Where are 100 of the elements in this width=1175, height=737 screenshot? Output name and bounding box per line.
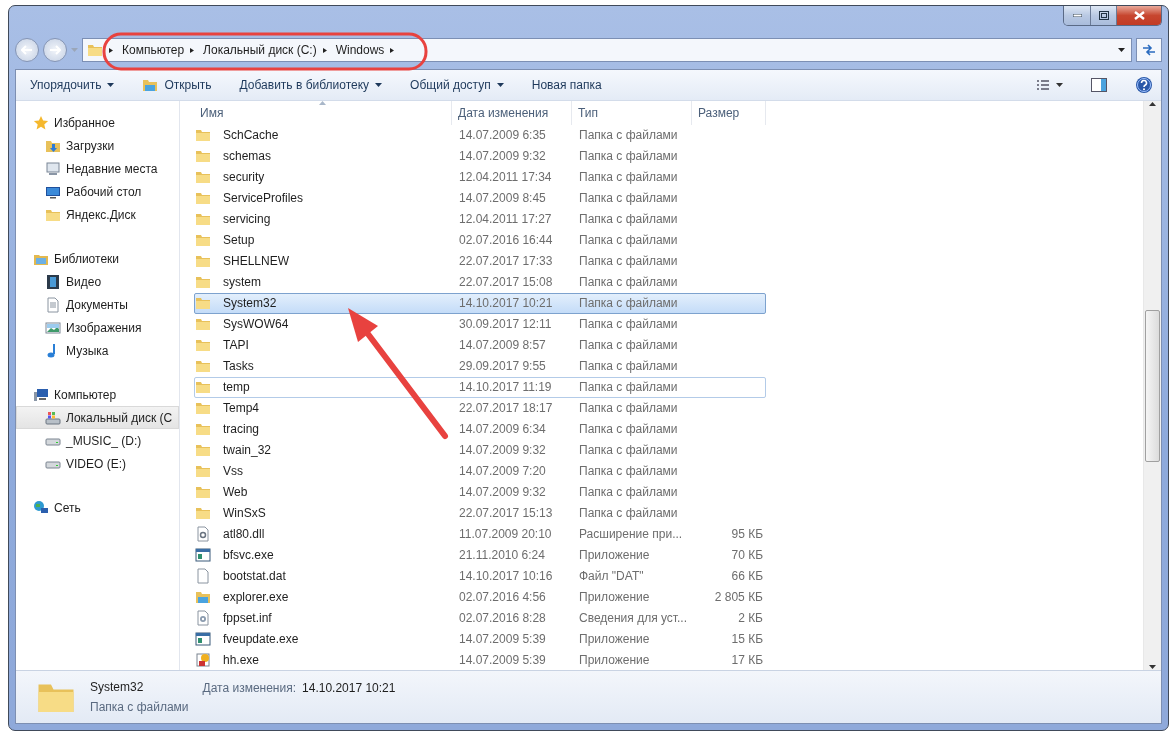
caret-icon bbox=[1118, 47, 1125, 53]
sidebar-item[interactable]: Документы bbox=[16, 293, 179, 316]
system-drive-icon bbox=[45, 409, 61, 426]
close-button[interactable] bbox=[1116, 6, 1161, 25]
file-row[interactable]: system 22.07.2017 15:08 Папка с файлами bbox=[194, 271, 766, 293]
maximize-button[interactable] bbox=[1090, 6, 1116, 25]
folder-icon bbox=[195, 421, 211, 437]
file-row[interactable]: servicing 12.04.2011 17:27 Папка с файлами bbox=[194, 208, 766, 230]
file-row[interactable]: atl80.dll 11.07.2009 20:10 Расширение при... 95 КБ bbox=[194, 523, 766, 545]
forward-arrow-icon bbox=[49, 45, 61, 55]
folder-icon bbox=[195, 358, 211, 375]
sidebar-group-header[interactable]: Библиотеки bbox=[16, 247, 179, 270]
folder-icon bbox=[195, 253, 211, 270]
file-row[interactable]: Setup 02.07.2016 16:44 Папка с файлами bbox=[194, 229, 766, 251]
scrollbar-thumb[interactable] bbox=[1145, 309, 1160, 462]
sidebar-item[interactable]: Рабочий стол bbox=[16, 180, 179, 203]
address-bar[interactable]: Компьютер Локальный диск (C:) Windows bbox=[82, 38, 1132, 62]
scrollbar[interactable] bbox=[1143, 101, 1161, 670]
caret-icon bbox=[1056, 82, 1063, 88]
breadcrumb-item[interactable]: Windows bbox=[335, 43, 385, 57]
breadcrumb-item[interactable]: Локальный диск (C:) bbox=[203, 43, 317, 57]
column-header[interactable]: Дата изменения bbox=[452, 101, 572, 125]
forward-button[interactable] bbox=[43, 38, 67, 62]
refresh-arrows-icon bbox=[1142, 44, 1156, 56]
file-row[interactable]: ServiceProfiles 14.07.2009 8:45 Папка с файлами bbox=[194, 187, 766, 209]
folder-icon bbox=[195, 127, 211, 144]
open-folder-icon bbox=[142, 77, 159, 93]
sidebar-item[interactable]: VIDEO (E:) bbox=[16, 452, 179, 475]
folder-icon bbox=[195, 379, 211, 396]
application-icon bbox=[195, 630, 211, 647]
preview-pane-button[interactable] bbox=[1091, 78, 1107, 92]
preview-pane-icon bbox=[1091, 78, 1107, 92]
maximize-icon bbox=[1098, 11, 1109, 20]
film-icon bbox=[45, 273, 61, 290]
image-icon bbox=[45, 319, 61, 336]
sidebar-item[interactable]: Локальный диск (C bbox=[16, 406, 179, 429]
file-row[interactable]: explorer.exe 02.07.2016 4:56 Приложение 2 805 КБ bbox=[194, 586, 766, 608]
folder-icon bbox=[195, 148, 211, 165]
toolbar-button[interactable]: Упорядочить bbox=[30, 78, 115, 92]
file-row[interactable]: security 12.04.2011 17:34 Папка с файлами bbox=[194, 166, 766, 188]
file-row[interactable]: SysWOW64 30.09.2017 12:11 Папка с файлами bbox=[194, 313, 766, 335]
file-icon bbox=[195, 567, 211, 584]
file-row[interactable]: bfsvc.exe 21.11.2010 6:24 Приложение 70 КБ bbox=[194, 544, 766, 566]
file-row[interactable]: Tasks 29.09.2017 9:55 Папка с файлами bbox=[194, 355, 766, 377]
file-row[interactable]: temp 14.10.2017 11:19 Папка с файлами bbox=[194, 376, 766, 398]
folder-icon bbox=[195, 274, 211, 291]
breadcrumb-item[interactable]: Компьютер bbox=[122, 43, 185, 57]
toolbar-button[interactable]: Добавить в библиотеку bbox=[239, 78, 383, 92]
settings-file-icon bbox=[195, 525, 211, 542]
toolbar-button[interactable]: Новая папка bbox=[531, 78, 602, 92]
caret-icon bbox=[107, 82, 115, 88]
folder-icon bbox=[195, 337, 211, 354]
file-row[interactable]: Temp4 22.07.2017 18:17 Папка с файлами bbox=[194, 397, 766, 419]
file-row[interactable]: Web 14.07.2009 9:32 Папка с файлами bbox=[194, 481, 766, 503]
file-row[interactable]: TAPI 14.07.2009 8:57 Папка с файлами bbox=[194, 334, 766, 356]
file-row[interactable]: tracing 14.07.2009 6:34 Папка с файлами bbox=[194, 418, 766, 440]
toolbar-button[interactable]: Открыть bbox=[142, 77, 212, 93]
sidebar-item[interactable]: Недавние места bbox=[16, 157, 179, 180]
caret-icon bbox=[109, 47, 116, 53]
folder-icon bbox=[87, 42, 103, 58]
toolbar-button[interactable]: Общий доступ bbox=[410, 78, 504, 92]
back-button[interactable] bbox=[15, 38, 39, 62]
view-options-button[interactable] bbox=[1036, 79, 1063, 91]
selected-item-name: System32 bbox=[90, 680, 145, 694]
sidebar-group-header[interactable]: Избранное bbox=[16, 111, 179, 134]
folder-icon bbox=[195, 400, 211, 417]
file-row[interactable]: twain_32 14.07.2009 9:32 Папка с файлами bbox=[194, 439, 766, 461]
sidebar-item[interactable]: Яндекс.Диск bbox=[16, 203, 179, 226]
caret-icon bbox=[496, 82, 504, 88]
gear-file-icon bbox=[195, 609, 211, 626]
star-icon bbox=[33, 114, 49, 131]
back-arrow-icon bbox=[21, 45, 33, 55]
file-row[interactable]: hh.exe 14.07.2009 5:39 Приложение 17 КБ bbox=[194, 649, 766, 671]
file-row[interactable]: WinSxS 22.07.2017 15:13 Папка с файлами bbox=[194, 502, 766, 524]
file-row[interactable]: fppset.inf 02.07.2016 8:28 Сведения для уст... 2 КБ bbox=[194, 607, 766, 629]
help-button[interactable] bbox=[1135, 76, 1153, 94]
file-row[interactable]: System32 14.10.2017 10:21 Папка с файлами bbox=[194, 292, 766, 314]
sidebar-item[interactable]: Видео bbox=[16, 270, 179, 293]
file-row[interactable]: bootstat.dat 14.10.2017 10:16 Файл "DAT" 66 КБ bbox=[194, 565, 766, 587]
file-row[interactable]: SchCache 14.07.2009 6:35 Папка с файлами bbox=[194, 124, 766, 146]
column-header[interactable]: Размер bbox=[692, 101, 766, 125]
date-label: Дата изменения: bbox=[202, 681, 297, 695]
document-icon bbox=[45, 296, 61, 313]
sidebar-group-header[interactable]: Компьютер bbox=[16, 383, 179, 406]
help-icon bbox=[1135, 76, 1153, 94]
column-header[interactable]: Тип bbox=[572, 101, 692, 125]
file-row[interactable]: fveupdate.exe 14.07.2009 5:39 Приложение 15 КБ bbox=[194, 628, 766, 650]
refresh-button[interactable] bbox=[1136, 38, 1162, 62]
minimize-icon bbox=[1072, 14, 1082, 17]
application-icon bbox=[195, 546, 211, 563]
sidebar-item[interactable]: Загрузки bbox=[16, 134, 179, 157]
sidebar-item[interactable]: Изображения bbox=[16, 316, 179, 339]
folder-icon bbox=[195, 190, 211, 207]
sidebar-group-header[interactable]: Сеть bbox=[16, 496, 179, 519]
sidebar-item[interactable]: _MUSIC_ (D:) bbox=[16, 429, 179, 452]
sidebar-item[interactable]: Музыка bbox=[16, 339, 179, 362]
file-row[interactable]: Vss 14.07.2009 7:20 Папка с файлами bbox=[194, 460, 766, 482]
caret-icon bbox=[375, 82, 383, 88]
file-row[interactable]: schemas 14.07.2009 9:32 Папка с файлами bbox=[194, 145, 766, 167]
file-row[interactable]: SHELLNEW 22.07.2017 17:33 Папка с файлами bbox=[194, 250, 766, 272]
